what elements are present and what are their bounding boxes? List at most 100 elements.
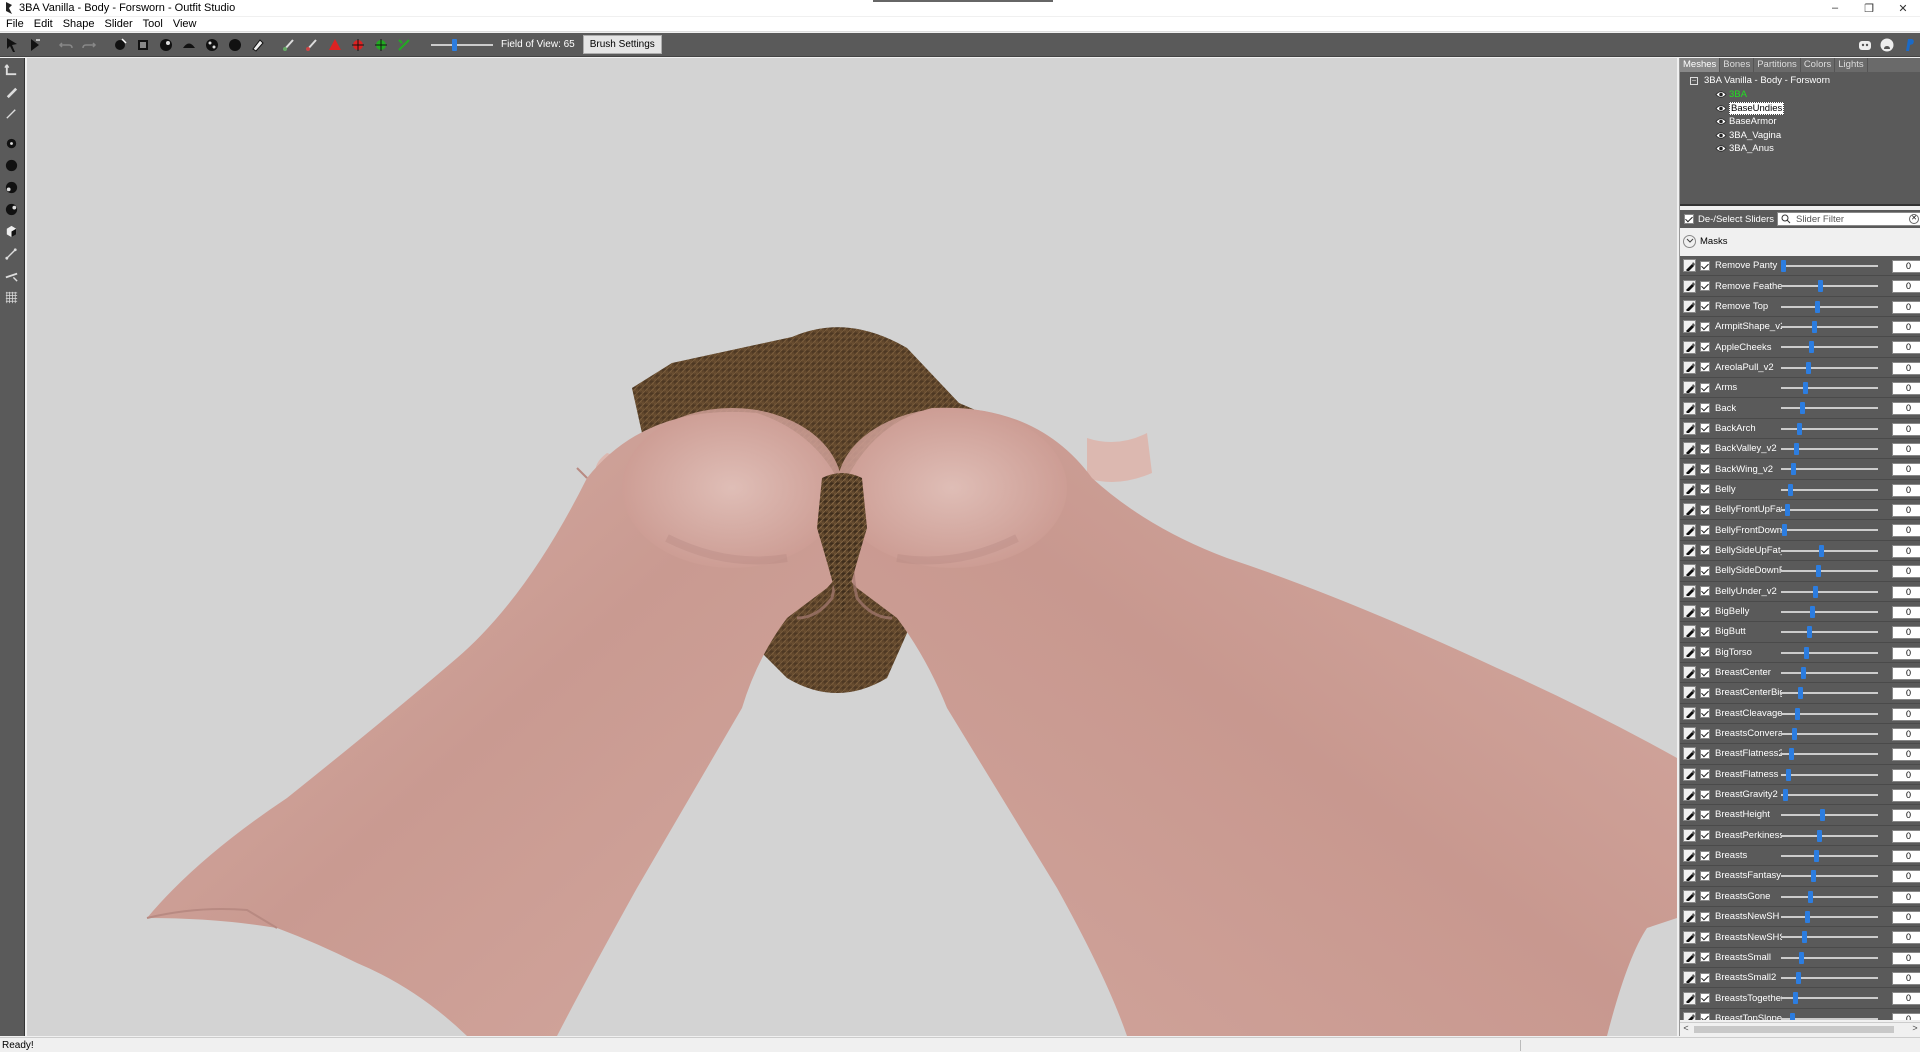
edit-slider-icon[interactable] xyxy=(1683,747,1696,761)
slider-value-input[interactable]: 0 xyxy=(1892,911,1920,924)
slider-checkbox[interactable] xyxy=(1700,321,1710,332)
brush-standard-icon[interactable] xyxy=(109,34,130,55)
slider-value-input[interactable]: 0 xyxy=(1892,972,1920,986)
slider-thumb[interactable] xyxy=(1811,870,1816,883)
slider-checkbox[interactable] xyxy=(1700,891,1710,902)
slider-track[interactable] xyxy=(1781,809,1878,822)
slider-thumb[interactable] xyxy=(1814,849,1819,862)
chevron-down-icon[interactable] xyxy=(1683,234,1696,248)
slider-checkbox[interactable] xyxy=(1700,647,1710,658)
slider-checkbox[interactable] xyxy=(1700,403,1710,414)
tab-colors[interactable]: Colors xyxy=(1801,58,1836,72)
slider-thumb[interactable] xyxy=(1817,829,1822,842)
close-icon[interactable]: ✕ xyxy=(1886,0,1920,16)
slider-thumb[interactable] xyxy=(1786,768,1791,781)
sphere-solid-icon[interactable] xyxy=(0,154,23,176)
clear-filter-icon[interactable]: ✕ xyxy=(1909,214,1919,224)
slider-track[interactable] xyxy=(1781,646,1878,659)
slider-checkbox[interactable] xyxy=(1700,525,1710,536)
edit-slider-icon[interactable] xyxy=(1683,523,1696,537)
github-icon[interactable] xyxy=(1877,35,1897,56)
eye-icon[interactable] xyxy=(1715,90,1727,99)
slider-track[interactable] xyxy=(1781,870,1878,883)
edit-slider-icon[interactable] xyxy=(1683,584,1696,598)
edit-slider-icon[interactable] xyxy=(1683,1011,1696,1020)
slider-value-input[interactable]: 0 xyxy=(1892,666,1920,680)
slider-track[interactable] xyxy=(1781,504,1878,517)
slider-track[interactable] xyxy=(1781,565,1878,578)
deselect-sliders[interactable]: De-/Select Sliders xyxy=(1684,214,1774,225)
inflate-brush-icon[interactable] xyxy=(155,34,176,55)
mesh-item[interactable]: BaseArmor xyxy=(1715,115,1784,129)
slider-thumb[interactable] xyxy=(1815,300,1820,313)
slider-checkbox[interactable] xyxy=(1700,932,1710,943)
slider-thumb[interactable] xyxy=(1805,911,1810,923)
edit-slider-icon[interactable] xyxy=(1683,788,1696,802)
slider-track[interactable] xyxy=(1781,605,1878,618)
edit-slider-icon[interactable] xyxy=(1683,889,1696,903)
edit-slider-icon[interactable] xyxy=(1683,340,1696,354)
slider-thumb[interactable] xyxy=(1804,646,1809,659)
slider-checkbox[interactable] xyxy=(1700,342,1710,353)
slider-checkbox[interactable] xyxy=(1700,708,1710,719)
eye-icon[interactable] xyxy=(1715,104,1727,113)
slider-track[interactable] xyxy=(1781,829,1878,842)
sphere-lit-icon[interactable] xyxy=(0,198,23,220)
edit-slider-icon[interactable] xyxy=(1683,360,1696,374)
slider-value-input[interactable]: 0 xyxy=(1892,605,1920,619)
slider-checkbox[interactable] xyxy=(1700,626,1710,637)
slider-value-input[interactable]: 0 xyxy=(1892,809,1920,823)
slider-track[interactable] xyxy=(1781,585,1878,598)
undo-icon[interactable] xyxy=(55,34,76,55)
menu-shape[interactable]: Shape xyxy=(57,18,99,30)
pen-tool-icon[interactable] xyxy=(0,80,23,102)
menu-tool[interactable]: Tool xyxy=(137,18,167,30)
slider-value-input[interactable]: 0 xyxy=(1892,646,1920,660)
bone-tool-icon[interactable] xyxy=(0,242,23,264)
slider-track[interactable] xyxy=(1781,524,1878,537)
edit-slider-icon[interactable] xyxy=(1683,828,1696,842)
slider-track[interactable] xyxy=(1781,626,1878,639)
slider-value-input[interactable]: 0 xyxy=(1892,748,1920,762)
fov-slider-thumb[interactable] xyxy=(452,38,457,51)
slider-value-input[interactable]: 0 xyxy=(1892,585,1920,599)
slider-checkbox[interactable] xyxy=(1700,281,1710,292)
paypal-icon[interactable] xyxy=(1899,35,1919,56)
edit-slider-icon[interactable] xyxy=(1683,462,1696,476)
slider-value-input[interactable]: 0 xyxy=(1892,382,1920,396)
menu-file[interactable]: File xyxy=(0,18,28,30)
mesh-item[interactable]: 3BA_Anus xyxy=(1715,142,1784,156)
slider-checkbox[interactable] xyxy=(1700,667,1710,678)
edit-slider-icon[interactable] xyxy=(1683,401,1696,415)
slider-value-input[interactable]: 0 xyxy=(1892,626,1920,640)
slider-track[interactable] xyxy=(1781,422,1878,435)
scrollbar-thumb[interactable] xyxy=(1694,1026,1894,1033)
slider-thumb[interactable] xyxy=(1820,809,1825,822)
menu-edit[interactable]: Edit xyxy=(28,18,57,30)
slider-value-input[interactable]: 0 xyxy=(1892,280,1920,294)
menu-slider[interactable]: Slider xyxy=(99,18,137,30)
slider-track[interactable] xyxy=(1781,544,1878,557)
slider-thumb[interactable] xyxy=(1813,585,1818,598)
undiff-brush-icon[interactable] xyxy=(247,34,268,55)
edit-slider-icon[interactable] xyxy=(1683,421,1696,435)
slider-value-input[interactable]: 0 xyxy=(1892,361,1920,375)
slider-value-input[interactable]: 0 xyxy=(1892,402,1920,416)
move-brush-icon[interactable] xyxy=(201,34,222,55)
slider-checkbox[interactable] xyxy=(1700,789,1710,800)
slider-value-input[interactable]: 0 xyxy=(1892,565,1920,579)
fov-slider[interactable] xyxy=(431,38,493,52)
slider-track[interactable] xyxy=(1781,666,1878,679)
slider-value-input[interactable]: 0 xyxy=(1892,422,1920,436)
slider-value-input[interactable]: 0 xyxy=(1892,443,1920,457)
slider-value-input[interactable]: 0 xyxy=(1892,870,1920,884)
slider-checkbox[interactable] xyxy=(1700,301,1710,312)
slider-track[interactable] xyxy=(1781,890,1878,903)
slider-value-input[interactable]: 0 xyxy=(1892,341,1920,355)
brush-settings-button[interactable]: Brush Settings xyxy=(582,35,662,54)
slider-track[interactable] xyxy=(1781,768,1878,781)
slider-value-input[interactable]: 0 xyxy=(1892,300,1920,314)
slider-thumb[interactable] xyxy=(1798,687,1803,700)
slider-track[interactable] xyxy=(1781,321,1878,334)
slider-value-input[interactable]: 0 xyxy=(1892,788,1920,802)
